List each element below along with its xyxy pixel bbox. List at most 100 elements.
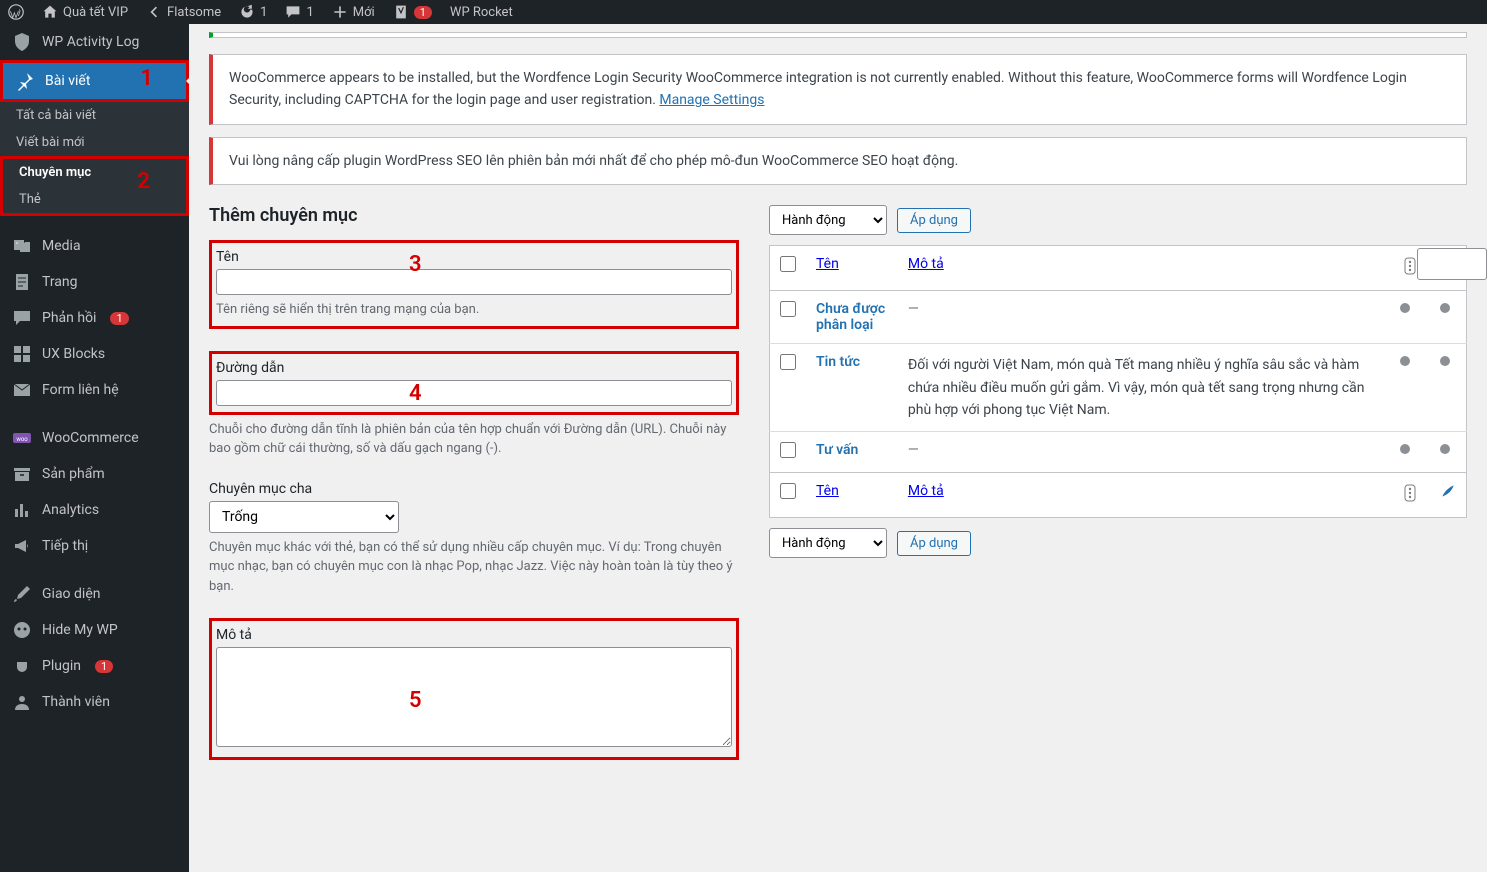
sidebar-item-marketing[interactable]: Tiếp thị xyxy=(0,528,189,564)
search-input[interactable] xyxy=(1417,248,1487,280)
main-content: WooCommerce appears to be installed, but… xyxy=(189,24,1487,872)
notice-seo-text: Vui lòng nâng cấp plugin WordPress SEO l… xyxy=(229,153,958,169)
sidebar-item-label: Plugin xyxy=(42,658,81,674)
comment-icon xyxy=(12,308,32,328)
apply-button-top[interactable]: Áp dụng xyxy=(897,208,971,233)
select-all-checkbox-bottom[interactable] xyxy=(780,483,796,499)
sidebar-item-analytics[interactable]: Analytics xyxy=(0,492,189,528)
parent-select[interactable]: Trống xyxy=(209,501,399,533)
topbar-yoast-badge: 1 xyxy=(414,6,432,19)
topbar-theme[interactable]: Flatsome xyxy=(146,4,221,20)
topbar-wp-logo[interactable] xyxy=(8,4,24,20)
desc-label: Mô tả xyxy=(216,627,732,643)
sidebar-item-label: Thành viên xyxy=(42,694,110,710)
topbar-new[interactable]: Mới xyxy=(332,4,375,20)
notice-green-bar xyxy=(209,32,1467,38)
form-heading: Thêm chuyên mục xyxy=(209,205,739,226)
table-row: Tư vấn— xyxy=(770,432,1467,473)
sidebar-item-activity-log[interactable]: WP Activity Log xyxy=(0,24,189,60)
col-footer-desc[interactable]: Mô tả xyxy=(908,483,944,499)
row-checkbox[interactable] xyxy=(780,354,796,370)
name-help: Tên riêng sẽ hiển thị trên trang mạng củ… xyxy=(216,300,732,320)
select-all-checkbox-top[interactable] xyxy=(780,256,796,272)
topbar-wprocket[interactable]: WP Rocket xyxy=(450,5,513,20)
sidebar-item-products[interactable]: Sản phẩm xyxy=(0,456,189,492)
submenu-all-posts[interactable]: Tất cả bài viết xyxy=(0,102,189,129)
notice-wordfence-text: WooCommerce appears to be installed, but… xyxy=(229,70,1407,108)
blocks-icon xyxy=(12,344,32,364)
topbar-site-name[interactable]: Quà tết VIP xyxy=(42,4,128,20)
sidebar-item-plugins[interactable]: Plugin 1 xyxy=(0,648,189,684)
slug-input[interactable] xyxy=(216,380,732,406)
sidebar-item-appearance[interactable]: Giao diện xyxy=(0,576,189,612)
annotation-1: 1 xyxy=(140,66,153,91)
sidebar-item-uxblocks[interactable]: UX Blocks xyxy=(0,336,189,372)
status-dot-icon xyxy=(1400,303,1410,313)
sidebar-item-label: WP Activity Log xyxy=(42,34,139,50)
bulk-action-select-top[interactable]: Hành động xyxy=(769,205,887,235)
row-desc: Đối với người Việt Nam, món quà Tết mang… xyxy=(898,344,1390,432)
slug-label: Đường dẫn xyxy=(216,360,732,376)
admin-sidebar: WP Activity Log Bài viết 1 Tất cả bài vi… xyxy=(0,24,189,872)
topbar-theme-label: Flatsome xyxy=(167,5,221,20)
sidebar-item-label: Bài viết xyxy=(45,73,90,89)
chart-icon xyxy=(12,500,32,520)
tablenav-bottom: Hành động Áp dụng xyxy=(769,528,1467,558)
admin-topbar: Quà tết VIP Flatsome 1 1 Mới 1 WP Rocket xyxy=(0,0,1487,24)
topbar-updates[interactable]: 1 xyxy=(239,4,267,20)
name-label: Tên xyxy=(216,249,732,265)
sidebar-item-label: WooCommerce xyxy=(42,430,139,446)
topbar-yoast[interactable]: 1 xyxy=(393,4,432,20)
sidebar-item-woocommerce[interactable]: woo WooCommerce xyxy=(0,420,189,456)
sidebar-item-users[interactable]: Thành viên xyxy=(0,684,189,720)
row-title-link[interactable]: Chưa được phân loại xyxy=(816,301,885,333)
submenu-new-post[interactable]: Viết bài mới xyxy=(0,129,189,156)
quill-icon[interactable] xyxy=(1440,483,1456,499)
categories-table: Tên Mô tả Chưa được phân loại— Tin tức Đối… xyxy=(769,245,1467,518)
sidebar-item-media[interactable]: Media xyxy=(0,228,189,264)
parent-label: Chuyên mục cha xyxy=(209,481,739,497)
notice-wordfence-link[interactable]: Manage Settings xyxy=(659,92,764,108)
pin-icon xyxy=(15,71,35,91)
home-icon xyxy=(42,4,58,20)
status-dot-icon xyxy=(1400,356,1410,366)
status-dot-icon xyxy=(1440,303,1450,313)
plus-icon xyxy=(332,4,348,20)
sidebar-item-posts[interactable]: Bài viết xyxy=(0,60,189,102)
sidebar-item-label: Form liên hệ xyxy=(42,382,119,398)
apply-button-bottom[interactable]: Áp dụng xyxy=(897,531,971,556)
sidebar-item-forms[interactable]: Form liên hệ xyxy=(0,372,189,408)
row-checkbox[interactable] xyxy=(780,442,796,458)
bulk-action-select-bottom[interactable]: Hành động xyxy=(769,528,887,558)
annotation-2: 2 xyxy=(137,169,150,194)
row-checkbox[interactable] xyxy=(780,301,796,317)
sidebar-item-label: Hide My WP xyxy=(42,622,118,638)
name-input[interactable] xyxy=(216,269,732,295)
media-icon xyxy=(12,236,32,256)
status-dot-icon xyxy=(1400,444,1410,454)
status-dot-icon xyxy=(1440,444,1450,454)
col-footer-name[interactable]: Tên xyxy=(816,483,839,499)
sidebar-item-pages[interactable]: Trang xyxy=(0,264,189,300)
plug-icon xyxy=(12,656,32,676)
categories-list-panel: Hành động Áp dụng Tên Mô tả xyxy=(769,205,1467,782)
sidebar-item-comments[interactable]: Phản hồi 1 xyxy=(0,300,189,336)
topbar-comments-count: 1 xyxy=(306,5,313,20)
page-icon xyxy=(12,272,32,292)
submenu-categories[interactable]: Chuyên mục xyxy=(3,159,186,186)
dots-menu-icon[interactable] xyxy=(1400,483,1420,503)
sidebar-item-hidemywp[interactable]: Hide My WP xyxy=(0,612,189,648)
row-title-link[interactable]: Tư vấn xyxy=(816,442,858,458)
notice-wordfence: WooCommerce appears to be installed, but… xyxy=(209,54,1467,125)
sidebar-submenu-posts: Tất cả bài viết Viết bài mới Chuyên mục … xyxy=(0,102,189,216)
submenu-tags[interactable]: Thẻ xyxy=(3,186,186,213)
notice-seo: Vui lòng nâng cấp plugin WordPress SEO l… xyxy=(209,137,1467,185)
col-header-name[interactable]: Tên xyxy=(816,256,839,272)
row-title-link[interactable]: Tin tức xyxy=(816,354,860,370)
col-header-desc[interactable]: Mô tả xyxy=(908,256,944,272)
desc-textarea[interactable] xyxy=(216,647,732,747)
shield-icon xyxy=(12,32,32,52)
plugins-badge: 1 xyxy=(95,660,113,673)
topbar-comments[interactable]: 1 xyxy=(285,4,313,20)
table-row: Chưa được phân loại— xyxy=(770,291,1467,344)
